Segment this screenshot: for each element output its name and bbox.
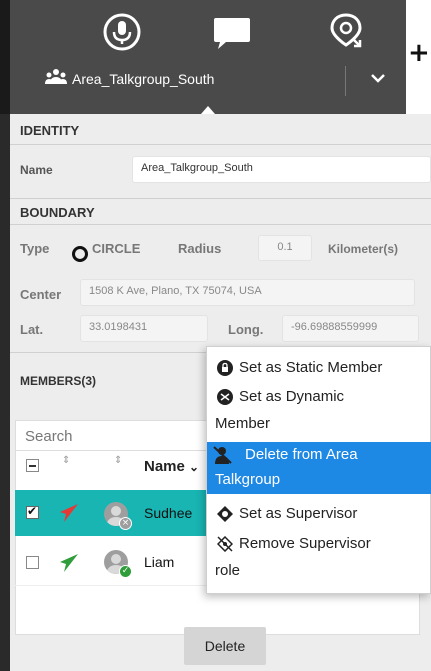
unavailable-status-icon: × (119, 517, 132, 530)
select-all-checkbox[interactable] (26, 459, 39, 472)
name-column-label: Name (144, 458, 185, 475)
divider (15, 585, 210, 586)
supervisor-icon (217, 506, 233, 522)
talkgroup-name: Area_Talkgroup_South (72, 71, 215, 87)
identity-title: IDENTITY (20, 123, 80, 138)
circle-shape-icon (72, 246, 88, 262)
row-checkbox[interactable] (26, 504, 39, 519)
name-field[interactable]: Area_Talkgroup_South (132, 156, 431, 183)
menu-item-label-cont: Member (215, 415, 271, 432)
center-field[interactable]: 1508 K Ave, Plano, TX 75074, USA (80, 279, 415, 306)
radius-label: Radius (178, 241, 222, 256)
microphone-icon[interactable] (102, 12, 142, 52)
dynamic-member-icon (217, 389, 233, 405)
remove-supervisor-icon (217, 536, 233, 552)
menu-item-label: Set as Supervisor (239, 505, 358, 522)
name-column-header[interactable]: Name ⌄ (144, 458, 199, 475)
talkgroup-header: Area_Talkgroup_South (0, 0, 406, 114)
menu-item-set-dynamic[interactable]: Set as Dynamic Member (207, 386, 431, 436)
panel-edge (0, 114, 10, 671)
long-field[interactable]: -96.69888559999 (282, 315, 419, 342)
lat-field[interactable]: 33.0198431 (80, 315, 208, 342)
row-checkbox[interactable] (26, 556, 39, 569)
add-button[interactable]: + (408, 40, 430, 66)
type-label: Type (20, 241, 50, 256)
menu-item-label: Set as Static Member (239, 359, 383, 376)
group-icon (45, 69, 67, 84)
name-label: Name (20, 163, 53, 177)
boundary-title: BOUNDARY (20, 205, 95, 220)
member-name: Sudhee (144, 505, 193, 521)
header-edge (0, 0, 10, 114)
menu-item-label: Remove Supervisor (239, 535, 371, 552)
remove-user-icon (213, 446, 232, 464)
delete-button[interactable]: Delete (184, 627, 266, 665)
long-label: Long. (228, 322, 264, 337)
type-value: CIRCLE (92, 241, 141, 256)
selector-divider (345, 66, 346, 96)
radius-field[interactable]: 0.1 (258, 235, 312, 261)
sort-icon[interactable]: ⇕ (114, 456, 122, 466)
divider (10, 144, 431, 145)
chat-bubble-icon[interactable] (212, 12, 252, 52)
sort-chevron-icon: ⌄ (189, 460, 200, 474)
direction-arrow-icon (60, 554, 78, 572)
divider (10, 198, 431, 199)
search-input[interactable]: Search (25, 428, 73, 445)
talkgroup-selector[interactable]: Area_Talkgroup_South (10, 62, 406, 102)
available-status-icon: ✓ (119, 565, 132, 578)
radius-unit: Kilometer(s) (328, 242, 399, 256)
lat-label: Lat. (20, 322, 44, 337)
divider (10, 224, 431, 225)
members-title: MEMBERS(3) (20, 374, 97, 388)
direction-arrow-icon (60, 504, 78, 522)
sort-icon[interactable]: ⇕ (62, 456, 70, 466)
menu-item-set-supervisor[interactable]: Set as Supervisor (207, 503, 431, 527)
menu-item-label-cont: Talkgroup (215, 471, 281, 488)
center-label: Center (20, 287, 62, 302)
menu-item-label: Set as Dynamic (239, 388, 345, 405)
member-name: Liam (144, 554, 175, 570)
menu-item-delete-from-talkgroup[interactable]: Delete from Area Talkgroup (207, 442, 431, 494)
menu-item-label: Delete from Area (245, 446, 358, 463)
menu-item-remove-supervisor[interactable]: Remove Supervisor role (207, 533, 431, 583)
chevron-down-icon[interactable] (370, 72, 386, 84)
location-pin-icon[interactable] (326, 12, 366, 52)
menu-item-set-static[interactable]: Set as Static Member (207, 357, 431, 381)
menu-item-label-cont: role (215, 562, 241, 579)
lock-icon (217, 360, 233, 376)
context-menu: Set as Static Member Set as Dynamic Memb… (206, 346, 431, 594)
selector-caret (201, 106, 215, 114)
